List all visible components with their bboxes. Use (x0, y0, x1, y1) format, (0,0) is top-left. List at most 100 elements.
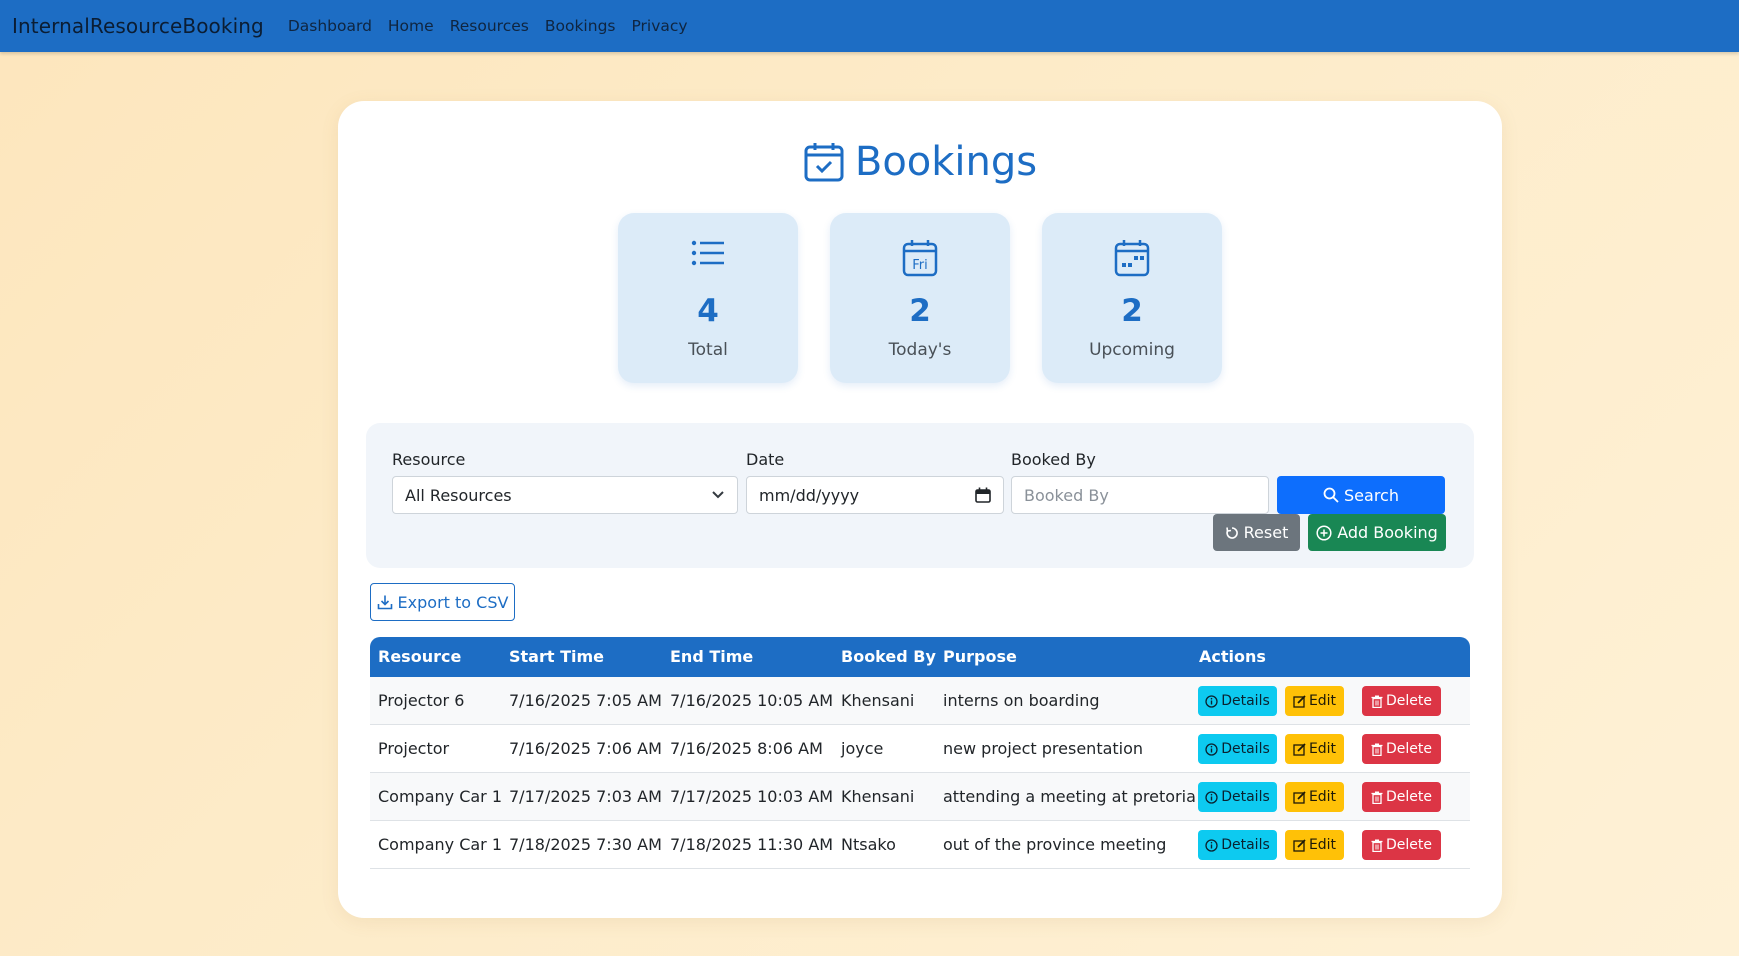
cell-end-time: 7/17/2025 10:03 AM (670, 787, 834, 806)
resource-select-value: All Resources (405, 485, 512, 505)
stat-card-total: 4 Total (618, 213, 798, 383)
info-icon (1205, 838, 1218, 852)
calendar-day-text: Fri (912, 258, 928, 273)
stat-today-value: 2 (909, 293, 931, 329)
calendar-day-icon: Fri (902, 240, 938, 277)
info-icon (1205, 742, 1218, 756)
delete-button[interactable]: Delete (1362, 686, 1441, 716)
search-icon (1323, 487, 1339, 503)
bookings-table: Resource Start Time End Time Booked By P… (370, 637, 1470, 869)
brand-link[interactable]: InternalResourceBooking (12, 14, 264, 38)
column-header-end-time: End Time (670, 647, 754, 666)
details-button[interactable]: Details (1198, 782, 1277, 812)
details-button[interactable]: Details (1198, 734, 1277, 764)
cell-booked-by: Khensani (841, 691, 915, 710)
column-header-start-time: Start Time (509, 647, 604, 666)
resource-label: Resource (392, 450, 466, 469)
edit-button[interactable]: Edit (1285, 734, 1344, 764)
nav-link-resources[interactable]: Resources (450, 17, 529, 35)
details-button-label: Details (1221, 837, 1270, 853)
column-header-purpose: Purpose (943, 647, 1017, 666)
search-button[interactable]: Search (1277, 476, 1445, 514)
booked-by-input[interactable]: Booked By (1011, 476, 1269, 514)
cell-start-time: 7/18/2025 7:30 AM (509, 835, 662, 854)
edit-icon (1293, 838, 1306, 852)
booked-by-placeholder: Booked By (1024, 485, 1109, 505)
nav-link-privacy[interactable]: Privacy (631, 17, 687, 35)
edit-icon (1293, 790, 1306, 804)
stat-upcoming-value: 2 (1121, 293, 1143, 329)
trash-icon (1371, 839, 1383, 852)
edit-button-label: Edit (1308, 837, 1337, 853)
delete-button[interactable]: Delete (1362, 782, 1441, 812)
info-icon (1205, 790, 1218, 804)
cell-resource: Projector 6 (378, 691, 465, 710)
stat-card-today: Fri 2 Today's (830, 213, 1010, 383)
cell-start-time: 7/17/2025 7:03 AM (509, 787, 662, 806)
list-icon (691, 240, 724, 266)
add-booking-button-label: Add Booking (1337, 523, 1438, 542)
page-title: Bookings (338, 139, 1502, 185)
details-button-label: Details (1221, 789, 1270, 805)
delete-button[interactable]: Delete (1362, 830, 1441, 860)
nav-link-home[interactable]: Home (388, 17, 434, 35)
navbar: InternalResourceBooking Dashboard Home R… (0, 0, 1739, 52)
date-input-placeholder: mm/dd/yyyy (759, 485, 860, 505)
calendar-week-icon (1114, 240, 1150, 277)
plus-circle-icon (1316, 524, 1332, 541)
edit-icon (1293, 742, 1306, 756)
delete-button-label: Delete (1386, 741, 1432, 757)
column-header-booked-by: Booked By (841, 647, 936, 666)
calendar-check-icon (804, 143, 844, 182)
edit-button[interactable]: Edit (1285, 686, 1344, 716)
cell-resource: Company Car 1 (378, 787, 503, 806)
details-button[interactable]: Details (1198, 830, 1277, 860)
trash-icon (1371, 743, 1383, 756)
stat-card-upcoming: 2 Upcoming (1042, 213, 1222, 383)
export-csv-button[interactable]: Export to CSV (370, 583, 515, 621)
resource-select[interactable]: All Resources (392, 476, 738, 514)
stat-today-label: Today's (888, 340, 952, 360)
cell-start-time: 7/16/2025 7:05 AM (509, 691, 662, 710)
stat-total-label: Total (688, 340, 728, 360)
details-button[interactable]: Details (1198, 686, 1277, 716)
stat-total-value: 4 (697, 293, 719, 329)
download-icon (377, 595, 392, 610)
cell-purpose: out of the province meeting (943, 835, 1167, 854)
export-csv-label: Export to CSV (397, 592, 509, 612)
search-button-label: Search (1344, 485, 1399, 505)
nav-link-bookings[interactable]: Bookings (545, 17, 616, 35)
bookings-card: Bookings 4 Total Fri 2 Today's 2 Upcomin… (338, 101, 1502, 918)
nav-link-dashboard[interactable]: Dashboard (288, 17, 372, 35)
reset-button-label: Reset (1243, 523, 1289, 542)
edit-button[interactable]: Edit (1285, 830, 1344, 860)
cell-booked-by: joyce (841, 739, 884, 758)
edit-button[interactable]: Edit (1285, 782, 1344, 812)
delete-button-label: Delete (1386, 789, 1432, 805)
calendar-picker-icon[interactable] (975, 487, 991, 503)
cell-resource: Company Car 1 (378, 835, 503, 854)
table-header: Resource Start Time End Time Booked By P… (370, 637, 1470, 677)
cell-end-time: 7/16/2025 10:05 AM (670, 691, 834, 710)
reset-button[interactable]: Reset (1213, 514, 1300, 551)
add-booking-button[interactable]: Add Booking (1308, 514, 1446, 551)
trash-icon (1371, 695, 1383, 708)
booked-by-label: Booked By (1011, 450, 1096, 469)
reset-icon (1225, 526, 1238, 539)
delete-button[interactable]: Delete (1362, 734, 1441, 764)
table-row: Company Car 1 7/17/2025 7:03 AM 7/17/202… (370, 773, 1470, 821)
table-row: Projector 6 7/16/2025 7:05 AM 7/16/2025 … (370, 677, 1470, 725)
cell-end-time: 7/16/2025 8:06 AM (670, 739, 823, 758)
table-row: Projector 7/16/2025 7:06 AM 7/16/2025 8:… (370, 725, 1470, 773)
edit-button-label: Edit (1308, 693, 1337, 709)
edit-button-label: Edit (1308, 789, 1337, 805)
cell-booked-by: Ntsako (841, 835, 896, 854)
edit-icon (1293, 694, 1306, 708)
chevron-down-icon (712, 491, 724, 499)
cell-end-time: 7/18/2025 11:30 AM (670, 835, 834, 854)
info-icon (1205, 694, 1218, 708)
date-input[interactable]: mm/dd/yyyy (746, 476, 1004, 514)
cell-purpose: attending a meeting at pretoria (943, 787, 1196, 806)
date-label: Date (746, 450, 785, 469)
column-header-resource: Resource (378, 647, 462, 666)
